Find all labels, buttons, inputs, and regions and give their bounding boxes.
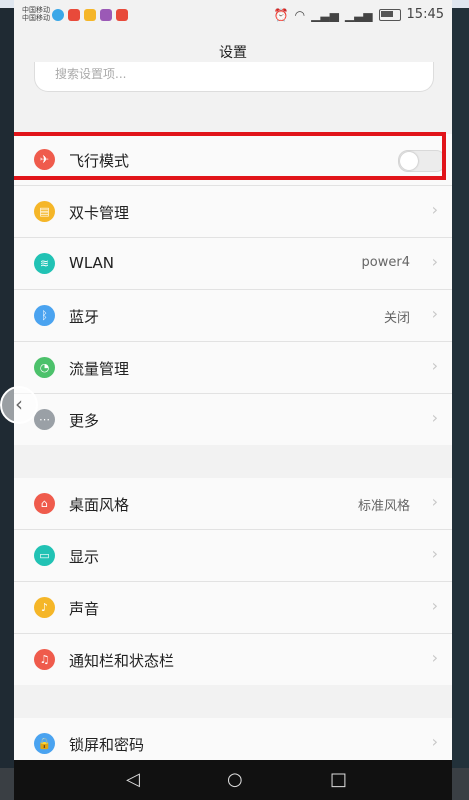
settings-item-dual-sim[interactable]: ▤ 双卡管理 › xyxy=(14,186,452,238)
settings-item-display[interactable]: ▭ 显示 › xyxy=(14,530,452,582)
settings-item-value: 标准风格 xyxy=(357,499,410,514)
toggle-knob xyxy=(400,152,418,170)
settings-item-label: 声音 xyxy=(69,600,100,618)
lock-icon: 🔒 xyxy=(34,733,55,754)
signal-4g-icon: ▁▃▅ xyxy=(344,7,373,22)
more-icon: ⋯ xyxy=(34,409,55,430)
app-notification-icon xyxy=(68,9,80,21)
settings-item-label: 桌面风格 xyxy=(69,496,130,514)
wifi-icon: ≋ xyxy=(34,253,55,274)
floating-back-handle[interactable]: ‹ xyxy=(0,386,38,424)
settings-item-label: 锁屏和密码 xyxy=(69,736,145,754)
status-time: 15:45 xyxy=(406,7,444,22)
phone-screen: 中国移动 中国移动 ⏰ ◠ ▁▃▅ ▁▃▅ 15:45 设置 搜索设置项... … xyxy=(14,0,452,800)
app-notification-icon xyxy=(84,9,96,21)
home-icon: ⌂ xyxy=(34,493,55,514)
settings-item-notifications[interactable]: ♫ 通知栏和状态栏 › xyxy=(14,634,452,685)
back-icon[interactable]: ◁ xyxy=(126,769,140,790)
battery-icon xyxy=(378,8,401,21)
chevron-right-icon: › xyxy=(431,408,438,427)
chevron-right-icon: › xyxy=(431,492,438,511)
app-notification-icon xyxy=(52,9,64,21)
chevron-right-icon: › xyxy=(431,544,438,563)
notification-icon: ♫ xyxy=(34,649,55,670)
signal-2g-icon: ▁▃▅ xyxy=(311,7,339,22)
bluetooth-icon: ᛒ xyxy=(34,305,55,326)
settings-group-network: ✈ 飞行模式 ▤ 双卡管理 › ≋ WLAN power4 › ᛒ 蓝牙 关闭 … xyxy=(14,132,452,445)
settings-item-label: 双卡管理 xyxy=(69,204,130,222)
chevron-right-icon: › xyxy=(431,648,438,667)
status-bar: 中国移动 中国移动 ⏰ ◠ ▁▃▅ ▁▃▅ 15:45 xyxy=(14,0,452,32)
desktop-background-right xyxy=(452,8,469,768)
settings-item-label: 流量管理 xyxy=(69,360,130,378)
search-area: 搜索设置项... xyxy=(14,62,452,98)
data-usage-icon: ◔ xyxy=(34,357,55,378)
alarm-icon: ⏰ xyxy=(273,7,289,22)
app-notification-icon xyxy=(100,9,112,21)
airplane-icon: ✈ xyxy=(34,149,55,170)
chevron-right-icon: › xyxy=(431,304,438,323)
app-notification-icon xyxy=(116,9,128,21)
settings-item-label: 更多 xyxy=(69,412,100,430)
settings-item-label: 通知栏和状态栏 xyxy=(69,652,175,670)
settings-group-appearance: ⌂ 桌面风格 标准风格 › ▭ 显示 › ♪ 声音 › ♫ 通知栏和状态栏 › xyxy=(14,478,452,685)
settings-item-bluetooth[interactable]: ᛒ 蓝牙 关闭 › xyxy=(14,290,452,342)
home-nav-icon[interactable]: ○ xyxy=(227,769,243,790)
settings-item-more[interactable]: ⋯ 更多 › xyxy=(14,394,452,445)
navigation-bar: ◁ ○ □ xyxy=(14,760,452,800)
chevron-right-icon: › xyxy=(431,596,438,615)
chevron-right-icon: › xyxy=(431,252,438,271)
settings-item-value: 关闭 xyxy=(383,311,410,326)
chevron-right-icon: › xyxy=(431,732,438,751)
settings-item-label: WLAN xyxy=(69,254,115,272)
recents-icon[interactable]: □ xyxy=(330,769,347,790)
settings-item-label: 蓝牙 xyxy=(69,308,100,326)
settings-item-airplane-mode[interactable]: ✈ 飞行模式 xyxy=(14,132,452,186)
settings-item-data-usage[interactable]: ◔ 流量管理 › xyxy=(14,342,452,394)
chevron-right-icon: › xyxy=(431,200,438,219)
sound-icon: ♪ xyxy=(34,597,55,618)
chevron-right-icon: › xyxy=(431,356,438,375)
airplane-mode-toggle[interactable] xyxy=(398,150,446,172)
sim-card-icon: ▤ xyxy=(34,201,55,222)
settings-item-home-style[interactable]: ⌂ 桌面风格 标准风格 › xyxy=(14,478,452,530)
settings-item-label: 显示 xyxy=(69,548,100,566)
settings-item-sound[interactable]: ♪ 声音 › xyxy=(14,582,452,634)
search-input[interactable]: 搜索设置项... xyxy=(34,62,434,92)
carrier-label: 中国移动 中国移动 xyxy=(22,6,50,22)
settings-item-value: power4 xyxy=(361,255,410,270)
settings-item-label: 飞行模式 xyxy=(69,152,130,170)
display-icon: ▭ xyxy=(34,545,55,566)
wifi-status-icon: ◠ xyxy=(294,7,306,22)
notification-icons xyxy=(52,9,128,21)
status-right-icons: ⏰ ◠ ▁▃▅ ▁▃▅ 15:45 xyxy=(274,7,444,22)
settings-item-wlan[interactable]: ≋ WLAN power4 › xyxy=(14,238,452,290)
